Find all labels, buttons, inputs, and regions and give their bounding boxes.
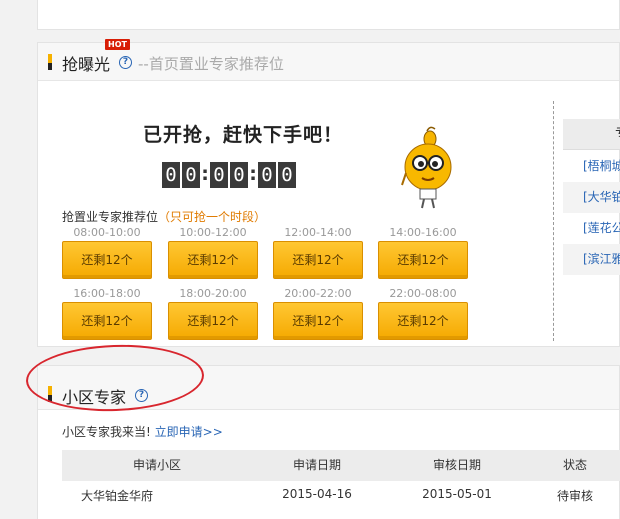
slot-time: 18:00-20:00 <box>179 287 247 300</box>
cell-community: 大华铂金华府 <box>80 489 153 503</box>
column-header: 申请日期 <box>292 458 341 472</box>
slot-button[interactable]: 还剩12个 <box>273 302 363 340</box>
countdown-digit: 0 <box>182 162 200 188</box>
right-list-item[interactable]: [莲花公园 <box>563 213 620 244</box>
apply-now-link[interactable]: 立即申请>> <box>155 425 223 439</box>
start-message: 已开抢，赶快下手吧！ <box>143 124 344 146</box>
slot-label-text: 抢置业专家推荐位 <box>62 210 159 224</box>
help-icon[interactable]: ? <box>119 56 132 69</box>
grab-section-title: 抢曝光 <box>62 55 111 74</box>
slot-note: （只可抢一个时段） <box>158 210 267 224</box>
grab-section-header: 抢曝光 HOT ? --首页置业专家推荐位 <box>38 39 619 81</box>
slot-button[interactable]: 还剩12个 <box>62 241 152 279</box>
slot-time: 16:00-18:00 <box>73 287 141 300</box>
countdown-digit: 0 <box>210 162 228 188</box>
right-list-item[interactable]: [滨江雅园 <box>563 244 620 275</box>
countdown-colon: : <box>249 163 257 185</box>
cell-apply-date: 2015-04-16 <box>282 487 352 501</box>
slot-time: 22:00-08:00 <box>389 287 457 300</box>
countdown-colon: : <box>201 163 209 185</box>
hot-badge: HOT <box>105 39 130 50</box>
right-list-item[interactable]: [大华铂金 <box>563 182 620 213</box>
slot-button[interactable]: 还剩12个 <box>378 241 468 279</box>
table-header: 申请小区 申请日期 审核日期 状态 <box>62 450 620 481</box>
slot-button[interactable]: 还剩12个 <box>378 302 468 340</box>
slot-button[interactable]: 还剩12个 <box>168 241 258 279</box>
mascot-illustration <box>401 126 452 209</box>
cell-review-date: 2015-05-01 <box>422 487 492 501</box>
countdown-digit: 0 <box>258 162 276 188</box>
column-header: 状态 <box>562 458 587 472</box>
slot-time: 12:00-14:00 <box>284 226 352 239</box>
right-list-item[interactable]: [梧桐城邦 <box>563 151 620 182</box>
column-header: 审核日期 <box>432 458 481 472</box>
right-list-header: 专 <box>563 119 620 150</box>
slot-button[interactable]: 还剩12个 <box>62 302 152 340</box>
slot-time: 20:00-22:00 <box>284 287 352 300</box>
top-panel <box>37 0 620 30</box>
grab-exposure-panel: 抢曝光 HOT ? --首页置业专家推荐位 已开抢，赶快下手吧！ 0 0 : 0… <box>37 39 620 347</box>
expert-intro-text: 小区专家我来当! <box>62 425 151 439</box>
slot-time: 08:00-10:00 <box>73 226 141 239</box>
grab-section-subtitle: --首页置业专家推荐位 <box>138 55 284 73</box>
vertical-divider <box>553 101 554 341</box>
countdown-digit: 0 <box>230 162 248 188</box>
section-marker <box>48 54 52 70</box>
slot-time: 14:00-16:00 <box>389 226 457 239</box>
cell-status: 待审核 <box>556 489 593 503</box>
slot-button[interactable]: 还剩12个 <box>168 302 258 340</box>
expert-intro: 小区专家我来当! 立即申请>> <box>62 423 223 440</box>
slot-label: 抢置业专家推荐位（只可抢一个时段） <box>62 208 266 225</box>
slot-time: 10:00-12:00 <box>179 226 247 239</box>
countdown-digit: 0 <box>162 162 180 188</box>
column-header: 申请小区 <box>132 458 181 472</box>
countdown-digit: 0 <box>278 162 296 188</box>
slot-button[interactable]: 还剩12个 <box>273 241 363 279</box>
